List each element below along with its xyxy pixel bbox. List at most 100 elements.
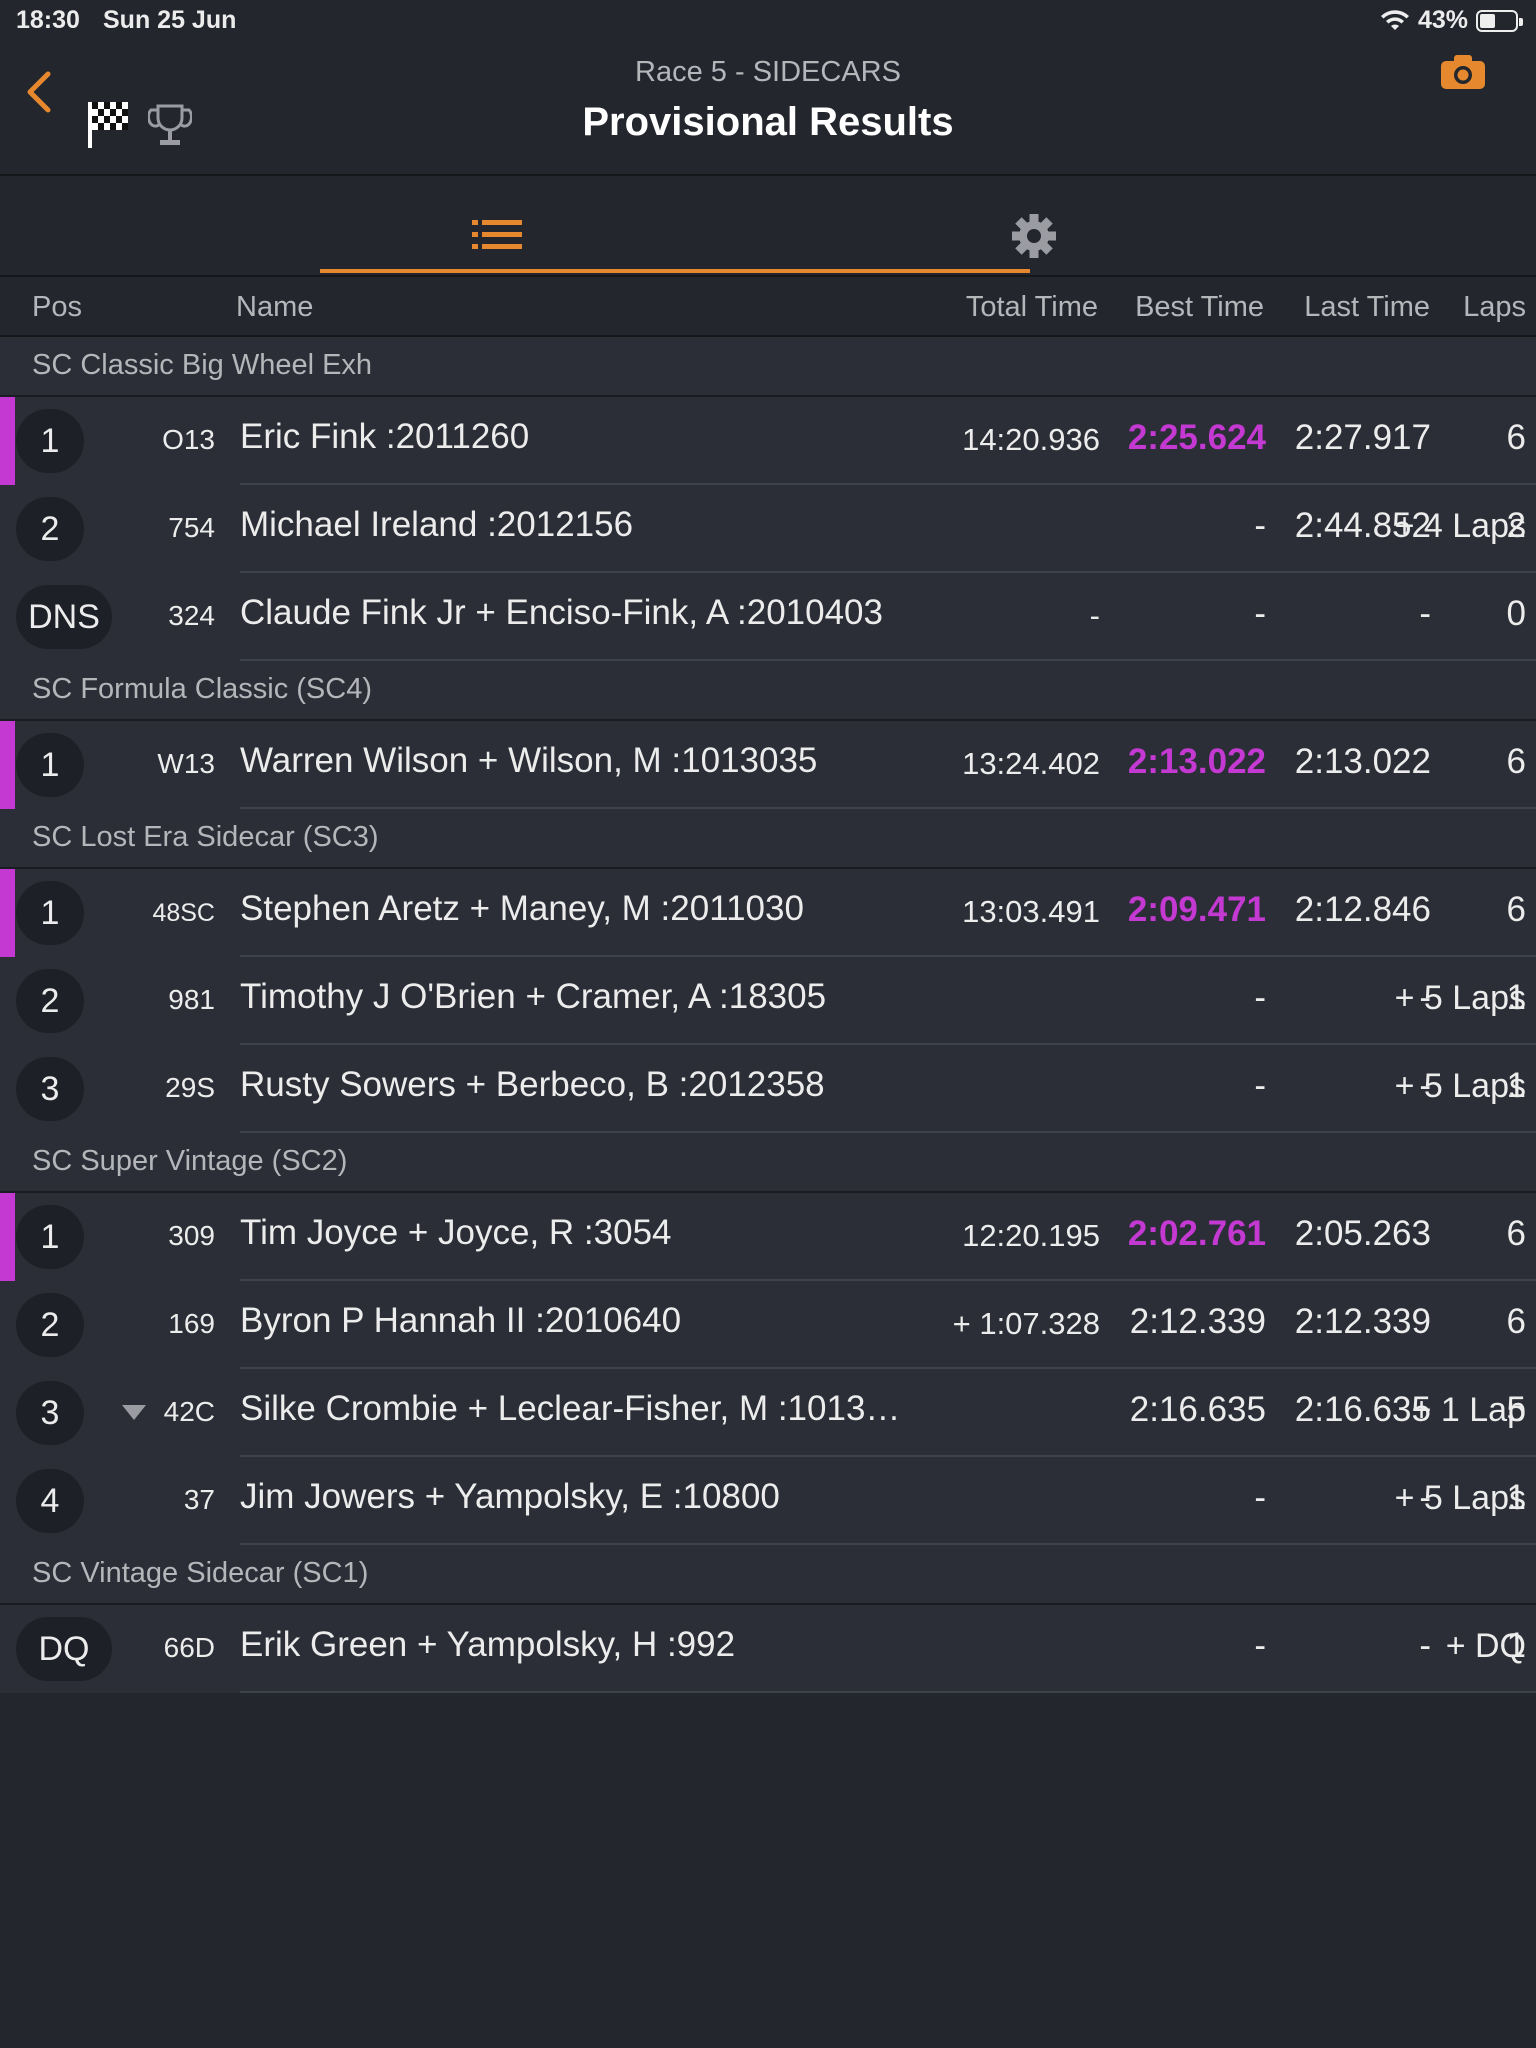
result-row[interactable]: DQ 66D Erik Green + Yampolsky, H :992 + DQ -…	[0, 1605, 1536, 1693]
status-time: 18:30	[16, 6, 80, 34]
competitor-name: Claude Fink Jr + Enciso-Fink, A :2010403	[240, 593, 883, 632]
column-headers: Pos Name Total Time Best Time Last Time …	[0, 277, 1536, 337]
result-row[interactable]: 3 29S Rusty Sowers + Berbeco, B :2012358 + …	[0, 1045, 1536, 1133]
position-badge: 1	[16, 409, 84, 473]
race-number: 981	[168, 984, 215, 1015]
result-row[interactable]: 3 42C Silke Crombie + Leclear-Fisher, M :1…	[0, 1369, 1536, 1457]
total-time: + 1:07.328	[952, 1306, 1100, 1341]
race-number: 37	[183, 1484, 215, 1515]
laps-count: 0	[1506, 594, 1526, 633]
col-total-time[interactable]: Total Time	[966, 291, 1098, 324]
position-badge: 3	[16, 1057, 84, 1121]
best-time: -	[1254, 978, 1266, 1017]
row-divider	[240, 1131, 1536, 1133]
laps-count: 1	[1506, 1066, 1526, 1105]
class-leader-marker	[0, 397, 15, 485]
position-badge: 3	[16, 1381, 84, 1445]
race-number: O13	[162, 424, 215, 455]
results-list: SC Classic Big Wheel Exh 1 O13 Eric Fink :2…	[0, 337, 1536, 1693]
class-leader-marker	[0, 721, 15, 809]
status-bar: 18:30 Sun 25 Jun 43%	[0, 0, 1536, 40]
total-time: 13:03.491	[962, 894, 1100, 929]
result-row[interactable]: 1 48SC Stephen Aretz + Maney, M :2011030 13…	[0, 869, 1536, 957]
group-header: SC Super Vintage (SC2)	[0, 1133, 1536, 1193]
best-time: -	[1254, 594, 1266, 633]
position-badge: 2	[16, 1293, 84, 1357]
competitor-name: Tim Joyce + Joyce, R :3054	[240, 1213, 672, 1252]
competitor-name: Byron P Hannah II :2010640	[240, 1301, 682, 1340]
group-header: SC Lost Era Sidecar (SC3)	[0, 809, 1536, 869]
best-time: -	[1254, 1066, 1266, 1105]
race-number: W13	[157, 748, 215, 779]
position-badge: 1	[16, 881, 84, 945]
best-time: 2:13.022	[1127, 742, 1266, 781]
competitor-name: Rusty Sowers + Berbeco, B :2012358	[240, 1065, 825, 1104]
gear-icon[interactable]	[1010, 212, 1058, 260]
competitor-name: Jim Jowers + Yampolsky, E :10800	[240, 1477, 780, 1516]
status-right: 43%	[1380, 6, 1523, 35]
position-down-arrow-icon	[122, 1405, 146, 1420]
col-laps[interactable]: Laps	[1463, 291, 1526, 324]
total-time: 12:20.195	[962, 1218, 1100, 1253]
group-header: SC Classic Big Wheel Exh	[0, 337, 1536, 397]
row-divider	[240, 1543, 1536, 1545]
last-time: 2:27.917	[1294, 418, 1431, 457]
result-row[interactable]: 2 169 Byron P Hannah II :2010640 + 1:07.328…	[0, 1281, 1536, 1369]
best-time: -	[1254, 1478, 1266, 1517]
result-row[interactable]: 1 309 Tim Joyce + Joyce, R :3054 12:20.195 2…	[0, 1193, 1536, 1281]
laps-count: 6	[1506, 418, 1526, 457]
race-number: 754	[168, 512, 215, 543]
laps-count: 1	[1506, 978, 1526, 1017]
race-subtitle: Race 5 - SIDECARS	[635, 56, 901, 88]
competitor-name: Erik Green + Yampolsky, H :992	[240, 1625, 736, 1664]
class-leader-marker	[0, 869, 15, 957]
last-time: 2:12.846	[1294, 890, 1431, 929]
result-row[interactable]: 4 37 Jim Jowers + Yampolsky, E :10800 + 5 L…	[0, 1457, 1536, 1545]
result-row[interactable]: 2 754 Michael Ireland :2012156 + 4 Laps -2:4…	[0, 485, 1536, 573]
laps-count: 6	[1506, 1214, 1526, 1253]
result-row[interactable]: 1 O13 Eric Fink :2011260 14:20.936 2:25.624 2…	[0, 397, 1536, 485]
race-number: 48SC	[152, 899, 215, 927]
last-time: -	[1419, 1478, 1431, 1517]
status-date: Sun 25 Jun	[103, 6, 237, 34]
position-badge: DNS	[16, 585, 112, 649]
tab-list-view[interactable]	[320, 176, 1030, 273]
laps-count: 5	[1506, 1390, 1526, 1429]
best-time: -	[1254, 1626, 1266, 1665]
battery-icon	[1476, 9, 1523, 32]
result-row[interactable]: DNS 324 Claude Fink Jr + Enciso-Fink, A :2…	[0, 573, 1536, 661]
race-number: 309	[168, 1220, 215, 1251]
total-time: -	[1089, 598, 1100, 633]
result-row[interactable]: 2 981 Timothy J O'Brien + Cramer, A :18305…	[0, 957, 1536, 1045]
laps-count: 1	[1506, 1478, 1526, 1517]
row-divider	[240, 659, 1536, 661]
best-time: 2:02.761	[1127, 1214, 1266, 1253]
last-time: 2:05.263	[1294, 1214, 1431, 1253]
last-time: -	[1419, 1626, 1431, 1665]
laps-count: 6	[1506, 742, 1526, 781]
col-pos[interactable]: Pos	[32, 291, 82, 324]
best-time: -	[1254, 506, 1266, 545]
col-name[interactable]: Name	[236, 291, 313, 324]
race-number: 29S	[165, 1072, 215, 1103]
position-badge: 1	[16, 1205, 84, 1269]
best-time: 2:16.635	[1129, 1390, 1266, 1429]
tab-bar	[0, 176, 1536, 277]
col-last-time[interactable]: Last Time	[1304, 291, 1430, 324]
result-row[interactable]: 1 W13 Warren Wilson + Wilson, M :1013035 13…	[0, 721, 1536, 809]
competitor-name: Stephen Aretz + Maney, M :2011030	[240, 889, 804, 928]
navigation-header: Race 5 - SIDECARS Provisional Results	[0, 40, 1536, 176]
competitor-name: Michael Ireland :2012156	[240, 505, 634, 544]
col-best-time[interactable]: Best Time	[1135, 291, 1264, 324]
total-time: 14:20.936	[962, 422, 1100, 457]
position-badge: 2	[16, 497, 84, 561]
race-number: 169	[168, 1308, 215, 1339]
camera-icon[interactable]	[1440, 54, 1486, 90]
competitor-name: Silke Crombie + Leclear-Fisher, M :1013…	[240, 1389, 901, 1428]
total-time: 13:24.402	[962, 746, 1100, 781]
last-time: 2:44.852	[1294, 506, 1431, 545]
group-header: SC Vintage Sidecar (SC1)	[0, 1545, 1536, 1605]
battery-percent: 43%	[1417, 6, 1468, 34]
competitor-name: Eric Fink :2011260	[240, 417, 530, 456]
position-badge: 1	[16, 733, 84, 797]
